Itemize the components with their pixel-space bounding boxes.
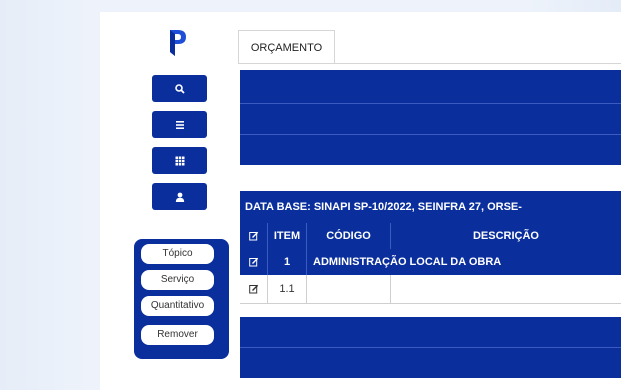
row-codigo[interactable] xyxy=(307,275,391,303)
header-bar-3 xyxy=(240,135,621,165)
list-icon xyxy=(175,120,184,129)
row-description: ADMINISTRAÇÃO LOCAL DA OBRA xyxy=(313,256,502,268)
tab-divider xyxy=(238,63,621,64)
table-header-row: ITEM CÓDIGO DESCRIÇÃO xyxy=(240,223,621,249)
header-bar-1 xyxy=(240,70,621,103)
grid-button[interactable] xyxy=(152,147,207,174)
main-panel: Tópico Serviço Quantitativo Remover ORÇA… xyxy=(100,12,621,390)
list-button[interactable] xyxy=(152,111,207,138)
search-button[interactable] xyxy=(152,75,207,102)
edit-cell[interactable] xyxy=(240,249,268,275)
quantitativo-button[interactable]: Quantitativo xyxy=(141,296,214,316)
topico-button[interactable]: Tópico xyxy=(141,244,214,264)
footer-bar-1 xyxy=(240,317,621,347)
header-bar-2 xyxy=(240,104,621,134)
edit-cell[interactable] xyxy=(240,275,268,303)
grid-icon xyxy=(175,156,184,165)
database-header: DATA BASE: SINAPI SP-10/2022, SEINFRA 27… xyxy=(240,191,621,223)
edit-all-cell[interactable] xyxy=(240,223,268,249)
footer-bar-2 xyxy=(240,348,621,378)
table-row: 1.1 xyxy=(240,275,621,304)
servico-button[interactable]: Serviço xyxy=(141,270,214,290)
column-header-descricao: DESCRIÇÃO xyxy=(472,230,539,242)
edit-icon xyxy=(248,284,258,294)
row-description[interactable] xyxy=(391,275,621,303)
row-actions-menu: Tópico Serviço Quantitativo Remover xyxy=(134,239,229,359)
logo-icon xyxy=(170,30,186,56)
table-row: 1 ADMINISTRAÇÃO LOCAL DA OBRA xyxy=(240,249,621,275)
user-icon xyxy=(175,192,184,202)
row-item-number: 1.1 xyxy=(268,275,307,303)
edit-icon xyxy=(248,231,258,241)
remover-button[interactable]: Remover xyxy=(141,325,214,345)
edit-icon xyxy=(248,257,258,267)
column-header-item: ITEM xyxy=(268,223,307,249)
row-item-number: 1 xyxy=(268,249,307,275)
user-button[interactable] xyxy=(152,183,207,210)
tab-orcamento[interactable]: ORÇAMENTO xyxy=(238,30,335,64)
column-header-codigo: CÓDIGO xyxy=(307,223,391,249)
search-icon xyxy=(174,83,185,94)
background-left xyxy=(0,0,95,390)
